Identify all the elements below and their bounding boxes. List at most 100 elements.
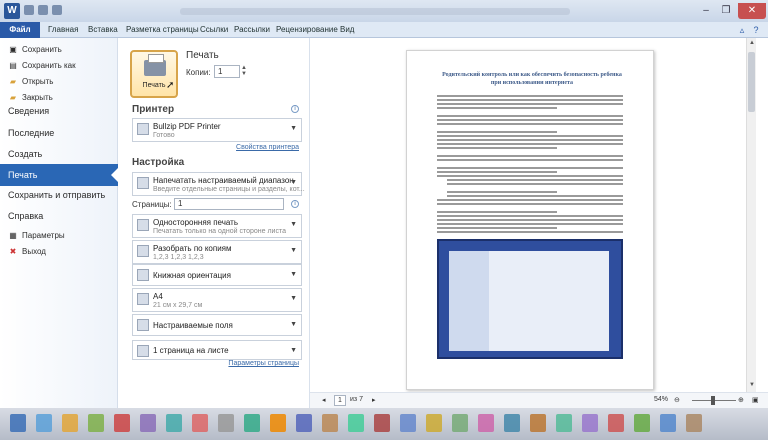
tab-mailings[interactable]: Рассылки <box>234 22 270 38</box>
print-range-title: Напечатать настраиваемый диапазон <box>153 176 294 185</box>
printer-status: Готово <box>153 132 175 139</box>
taskbar-app-icon[interactable] <box>556 414 572 432</box>
paper-icon <box>137 293 149 305</box>
taskbar-app-icon[interactable] <box>218 414 234 432</box>
margins-select[interactable]: Настраиваемые поля ▼ <box>132 314 302 336</box>
print-range-select[interactable]: Напечатать настраиваемый диапазон Введит… <box>132 172 305 196</box>
taskbar-app-icon[interactable] <box>634 414 650 432</box>
text-line <box>447 183 623 185</box>
taskbar-app-icon[interactable] <box>114 414 130 432</box>
copies-spinner[interactable]: ▲ ▼ <box>241 65 247 77</box>
tab-references[interactable]: Ссылки <box>200 22 228 38</box>
menu-open[interactable]: ▰ Открыть <box>0 74 118 90</box>
word-app-icon[interactable]: W <box>4 3 20 19</box>
taskbar-app-icon[interactable] <box>400 414 416 432</box>
taskbar-app-icon[interactable] <box>192 414 208 432</box>
taskbar-app-icon[interactable] <box>140 414 156 432</box>
zoom-out-icon[interactable]: ⊖ <box>674 396 680 404</box>
scroll-up-icon[interactable]: ▲ <box>747 40 757 46</box>
taskbar-app-icon[interactable] <box>88 414 104 432</box>
collate-select[interactable]: Разобрать по копиям 1,2,3 1,2,3 1,2,3 ▼ <box>132 240 302 264</box>
portrait-icon <box>137 269 149 281</box>
page-setup-link[interactable]: Параметры страницы <box>228 360 299 367</box>
printer-info-icon[interactable]: i <box>291 105 299 113</box>
taskbar-app-icon[interactable] <box>608 414 624 432</box>
tab-page-layout[interactable]: Разметка страницы <box>126 22 199 38</box>
pages-per-sheet-select[interactable]: 1 страница на листе ▼ <box>132 340 302 360</box>
zoom-in-icon[interactable]: ⊕ <box>738 396 744 404</box>
mouse-cursor-icon: ➚ <box>166 80 175 91</box>
embedded-sidebar <box>449 251 489 351</box>
menu-save-as[interactable]: ▤ Сохранить как <box>0 58 118 74</box>
taskbar-app-icon[interactable] <box>452 414 468 432</box>
pages-info-icon[interactable]: i <box>291 200 299 208</box>
taskbar-app-icon[interactable] <box>374 414 390 432</box>
section-info[interactable]: Сведения <box>0 100 118 122</box>
taskbar-app-icon[interactable] <box>166 414 182 432</box>
taskbar-app-icon[interactable] <box>270 414 286 432</box>
taskbar-app-icon[interactable] <box>426 414 442 432</box>
section-recent[interactable]: Последние <box>0 122 118 144</box>
printer-small-icon <box>137 123 149 135</box>
printer-properties-link[interactable]: Свойства принтера <box>236 144 299 151</box>
section-help[interactable]: Справка <box>0 205 118 227</box>
fit-page-icon[interactable]: ▣ <box>752 396 759 404</box>
taskbar-app-icon[interactable] <box>686 414 702 432</box>
taskbar-app-icon[interactable] <box>322 414 338 432</box>
menu-exit[interactable]: ✖ Выход <box>0 244 118 260</box>
scrollbar-thumb[interactable] <box>748 52 755 112</box>
qat-undo-icon[interactable] <box>38 5 48 15</box>
taskbar-app-icon[interactable] <box>36 414 52 432</box>
section-new[interactable]: Создать <box>0 143 118 165</box>
menu-options[interactable]: ▦ Параметры <box>0 228 118 244</box>
section-save-send[interactable]: Сохранить и отправить <box>0 184 118 206</box>
minimize-button[interactable]: – <box>696 3 716 19</box>
print-button[interactable]: Печать ➚ <box>130 50 178 98</box>
taskbar <box>0 408 768 440</box>
collapse-ribbon-icon[interactable]: ▵ <box>736 24 748 36</box>
window-title-blurred <box>180 8 570 15</box>
taskbar-app-icon[interactable] <box>62 414 78 432</box>
prev-page-icon[interactable]: ◂ <box>322 396 326 404</box>
taskbar-app-icon[interactable] <box>296 414 312 432</box>
zoom-slider-thumb[interactable] <box>711 396 715 405</box>
collate-subtitle: 1,2,3 1,2,3 1,2,3 <box>153 254 204 261</box>
text-line <box>437 115 623 117</box>
maximize-button[interactable]: ❐ <box>716 3 736 19</box>
print-preview: Родительский контроль или как обеспечить… <box>310 38 746 392</box>
tab-home[interactable]: Главная <box>48 22 78 38</box>
scroll-down-icon[interactable]: ▼ <box>747 382 757 388</box>
next-page-icon[interactable]: ▸ <box>372 396 376 404</box>
tab-view[interactable]: Вид <box>340 22 354 38</box>
taskbar-app-icon[interactable] <box>10 414 26 432</box>
preview-scrollbar[interactable]: ▲ ▼ <box>746 38 756 392</box>
taskbar-app-icon[interactable] <box>582 414 598 432</box>
help-icon[interactable]: ? <box>750 24 762 36</box>
pages-per-sheet-icon <box>137 345 149 357</box>
text-line <box>437 167 623 169</box>
copies-input[interactable]: 1 <box>214 65 240 78</box>
settings-heading: Настройка <box>132 157 185 168</box>
ribbon-tab-bar: Файл Главная Вставка Разметка страницы С… <box>0 22 768 38</box>
menu-save[interactable]: ▣ Сохранить <box>0 42 118 58</box>
taskbar-app-icon[interactable] <box>504 414 520 432</box>
taskbar-app-icon[interactable] <box>530 414 546 432</box>
section-print[interactable]: Печать <box>0 164 119 186</box>
taskbar-app-icon[interactable] <box>244 414 260 432</box>
sides-select[interactable]: Односторонняя печать Печатать только на … <box>132 214 302 238</box>
orientation-select[interactable]: Книжная ориентация ▼ <box>132 264 302 286</box>
tab-insert[interactable]: Вставка <box>88 22 118 38</box>
collate-icon <box>137 245 149 257</box>
qat-redo-icon[interactable] <box>52 5 62 15</box>
tab-review[interactable]: Рецензирование <box>276 22 338 38</box>
printer-select[interactable]: Bullzip PDF Printer Готово ▼ <box>132 118 302 142</box>
qat-save-icon[interactable] <box>24 5 34 15</box>
paper-size-select[interactable]: А4 21 см x 29,7 см ▼ <box>132 288 302 312</box>
current-page-input[interactable]: 1 <box>334 395 346 406</box>
taskbar-app-icon[interactable] <box>660 414 676 432</box>
taskbar-app-icon[interactable] <box>348 414 364 432</box>
tab-file[interactable]: Файл <box>0 22 40 38</box>
pages-input[interactable]: 1 <box>174 198 284 210</box>
close-window-button[interactable]: ✕ <box>738 3 766 19</box>
taskbar-app-icon[interactable] <box>478 414 494 432</box>
